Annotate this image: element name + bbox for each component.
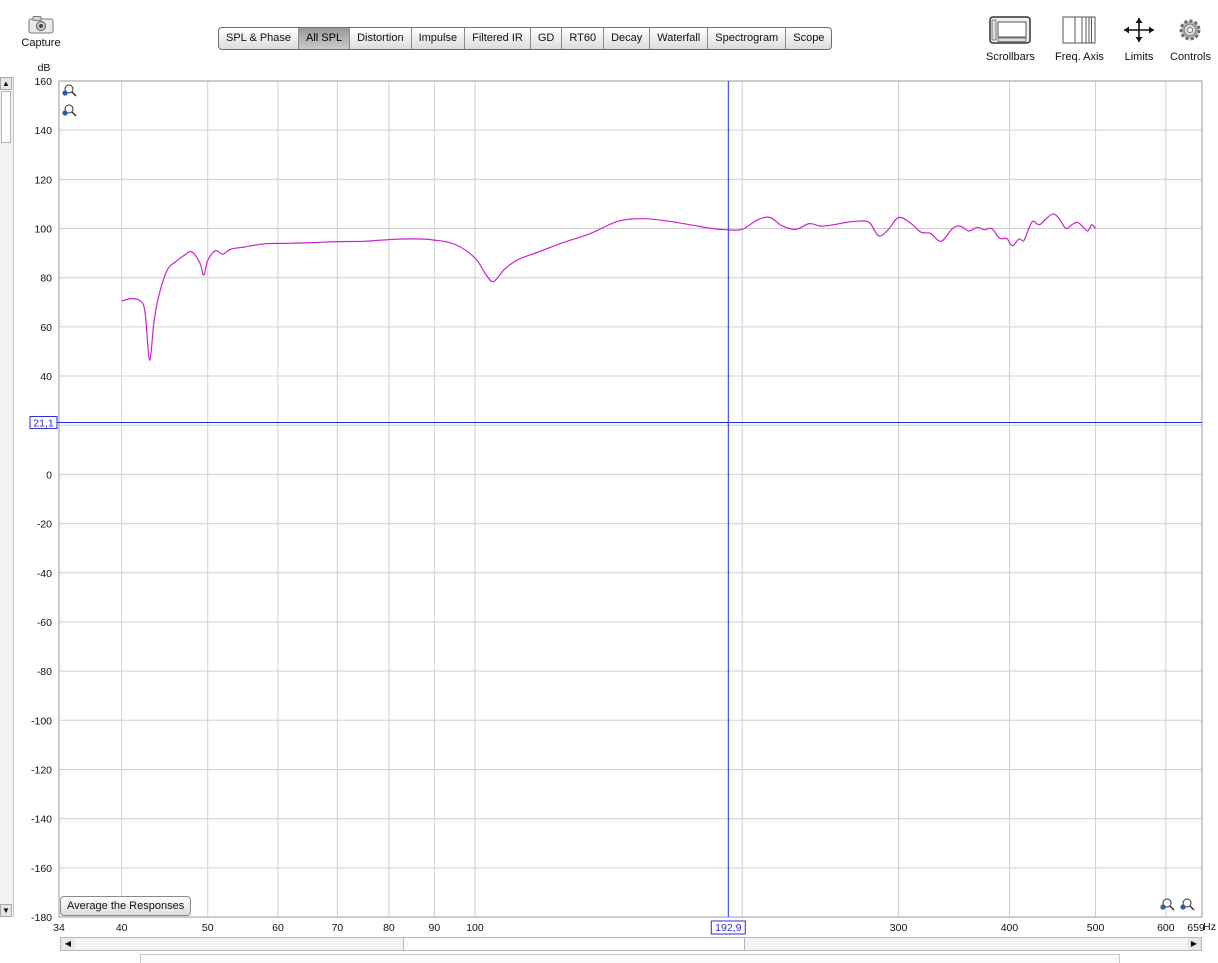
y-tick-label: 40	[40, 371, 52, 383]
x-tick-label: 70	[332, 922, 344, 934]
x-tick-label: 90	[428, 922, 440, 934]
spl-series-line	[121, 213, 1096, 361]
bottom-panel-edge	[140, 954, 1120, 963]
series-layer	[121, 213, 1096, 361]
x-tick-label: 80	[383, 922, 395, 934]
x-tick-label: 659	[1187, 922, 1205, 934]
zoom-in-vertical-icon[interactable]	[62, 84, 77, 97]
y-tick-label: 140	[34, 125, 52, 137]
y-tick-label: 120	[34, 174, 52, 186]
y-tick-label: -60	[37, 617, 52, 629]
x-tick-label: 300	[890, 922, 908, 934]
x-tick-label: 600	[1157, 922, 1175, 934]
cursor-y-readout: 21,1	[29, 416, 58, 430]
zoom-out-horizontal-icon[interactable]	[1160, 898, 1175, 911]
spl-graph[interactable]: dB Hz 1601401201008060400-20-40-60-80-10…	[0, 0, 1218, 960]
zoom-out-vertical-icon[interactable]	[62, 104, 77, 117]
y-tick-label: -40	[37, 568, 52, 580]
x-unit-label: Hz	[1203, 921, 1216, 933]
x-axis-ticks: 34 40 50 60 70 80 90 100 300 400 500 600 659	[53, 922, 1205, 934]
y-tick-label: -100	[31, 715, 52, 727]
cursor-crosshair[interactable]: 21,1 192,9	[29, 81, 1202, 935]
cursor-x-readout: 192,9	[710, 920, 746, 935]
x-tick-label: 60	[272, 922, 284, 934]
zoom-in-horizontal-icon[interactable]	[1180, 898, 1195, 911]
cursor-x-readout-text: 192,9	[715, 922, 741, 934]
cursor-y-readout-text: 21,1	[33, 418, 54, 430]
y-tick-label: -20	[37, 519, 52, 531]
y-tick-label: -160	[31, 863, 52, 875]
scroll-right-arrow-icon[interactable]: ▶	[1187, 938, 1201, 950]
app-window: Capture SPL & Phase All SPL Distortion I…	[0, 0, 1218, 963]
x-tick-label: 34	[53, 922, 65, 934]
scroll-left-arrow-icon[interactable]: ◀	[61, 938, 75, 950]
y-tick-label: 60	[40, 322, 52, 334]
horizontal-scrollbar[interactable]: ◀ ▶	[60, 937, 1202, 951]
plot-frame	[58, 80, 1203, 918]
y-unit-label: dB	[38, 62, 51, 74]
plot-grid	[59, 80, 1202, 918]
average-responses-button[interactable]: Average the Responses	[60, 896, 192, 916]
x-tick-label: 40	[116, 922, 128, 934]
horizontal-scroll-thumb[interactable]	[403, 938, 745, 950]
x-tick-label: 500	[1087, 922, 1105, 934]
y-tick-label: 160	[34, 76, 52, 88]
y-tick-label: -180	[31, 912, 52, 924]
y-tick-label: -120	[31, 764, 52, 776]
y-tick-label: -80	[37, 666, 52, 678]
y-tick-label: 0	[46, 469, 52, 481]
x-tick-label: 50	[202, 922, 214, 934]
y-tick-label: 80	[40, 273, 52, 285]
y-tick-label: -140	[31, 814, 52, 826]
x-tick-label: 100	[466, 922, 484, 934]
y-tick-label: 100	[34, 224, 52, 236]
y-axis-ticks: 160 140 120 100 80 60 40 0 -20 -40 -60 -80 -100 -120 -…	[31, 76, 52, 924]
x-tick-label: 400	[1001, 922, 1019, 934]
